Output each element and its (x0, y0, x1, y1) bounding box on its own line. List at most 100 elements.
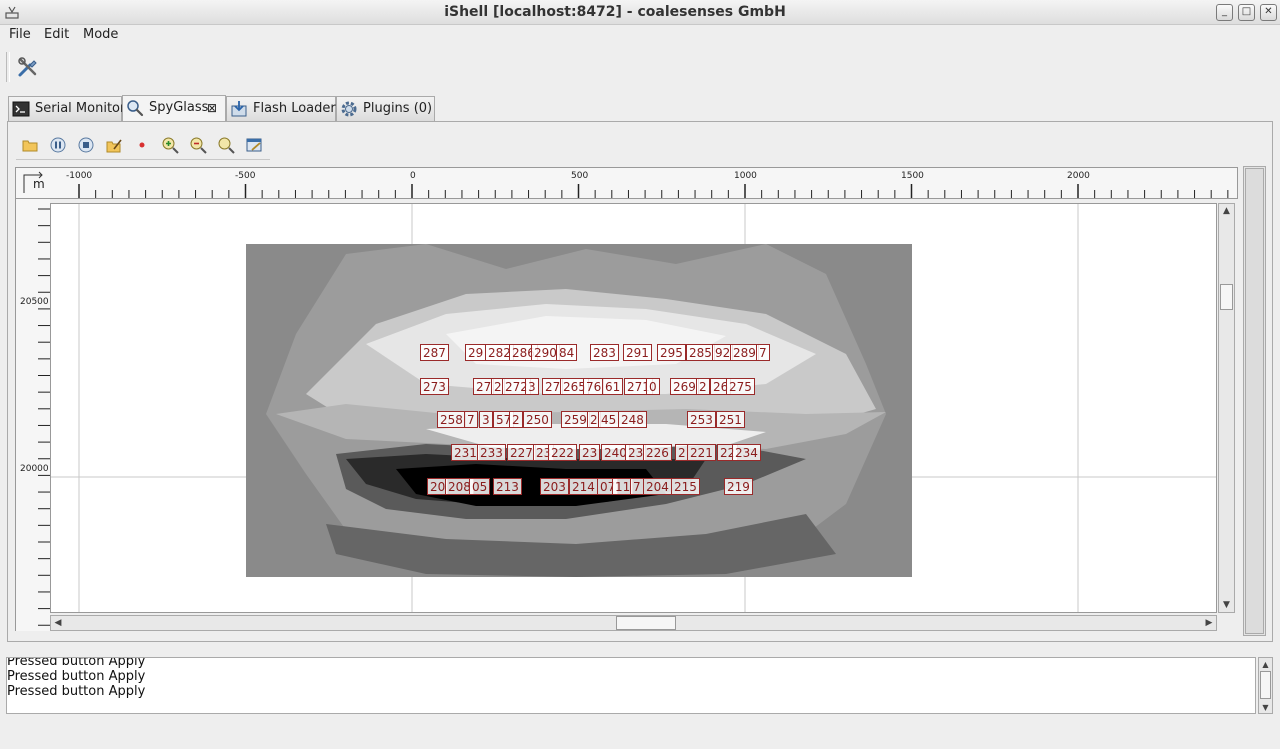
x-label-1500: 1500 (901, 171, 924, 181)
tab-spyglass[interactable]: SpyGlass ⊠ (122, 95, 226, 122)
scroll-down-icon[interactable]: ▼ (1219, 598, 1234, 612)
zoom-reset-button[interactable] (217, 136, 235, 154)
node-label[interactable]: 283 (590, 344, 619, 361)
node-label[interactable]: 05 (469, 478, 491, 495)
settings-button[interactable] (245, 136, 263, 154)
canvas-vertical-scrollbar[interactable]: ▲ ▼ (1218, 203, 1235, 613)
tab-serial-monitor[interactable]: Serial Monitor (8, 96, 125, 121)
node-label[interactable]: 269 (670, 378, 699, 395)
node-label[interactable]: 221 (687, 444, 716, 461)
log-scroll-down-icon[interactable]: ▼ (1259, 701, 1272, 713)
map-canvas[interactable]: 287 29 282 286 290 84 283 291 295 285 92 289 7 273 27 2… (50, 203, 1217, 613)
tools-button[interactable] (16, 55, 40, 79)
node-label[interactable]: 45 (598, 411, 620, 428)
close-window-button[interactable]: ✕ (1260, 4, 1277, 21)
node-label[interactable]: 2 (696, 378, 710, 395)
node-label[interactable]: 231 (451, 444, 480, 461)
panel-vertical-scrollbar[interactable] (1243, 166, 1266, 636)
node-label[interactable]: 7 (630, 478, 644, 495)
maximize-icon: □ (1241, 6, 1252, 17)
log-line: Pressed button Apply (7, 684, 146, 699)
node-label[interactable]: 234 (732, 444, 761, 461)
node-label[interactable]: 227 (507, 444, 536, 461)
node-label[interactable]: 213 (493, 478, 522, 495)
node-label[interactable]: 258 (437, 411, 466, 428)
record-button[interactable] (133, 136, 151, 154)
log-output[interactable]: Pressed button Apply Pressed button Appl… (6, 657, 1256, 714)
maximize-button[interactable]: □ (1238, 4, 1255, 21)
menu-file[interactable]: File (9, 27, 31, 42)
minimize-button[interactable]: _ (1216, 4, 1233, 21)
node-label[interactable]: 248 (618, 411, 647, 428)
node-label[interactable]: 61 (602, 378, 624, 395)
menu-bar (0, 25, 1280, 46)
node-label[interactable]: 259 (561, 411, 590, 428)
node-label[interactable]: 291 (623, 344, 652, 361)
node-label[interactable]: 29 (465, 344, 487, 361)
node-label[interactable]: 253 (687, 411, 716, 428)
node-label[interactable]: 222 (548, 444, 577, 461)
tools-icon (18, 57, 37, 77)
tab-plugins[interactable]: Plugins (0) (336, 96, 435, 121)
ruler-ticks (78, 184, 1229, 198)
menu-mode[interactable]: Mode (83, 27, 118, 42)
node-label[interactable]: 7 (756, 344, 770, 361)
node-label[interactable]: 285 (686, 344, 715, 361)
zoom-out-button[interactable] (189, 136, 207, 154)
settings-icon (246, 138, 262, 152)
node-label[interactable]: 295 (657, 344, 686, 361)
node-label[interactable]: 2 (509, 411, 523, 428)
vruler-ticks (38, 208, 50, 626)
node-label[interactable]: 204 (643, 478, 672, 495)
node-label[interactable]: 250 (523, 411, 552, 428)
node-label[interactable]: 203 (540, 478, 569, 495)
scroll-up-icon[interactable]: ▲ (1219, 204, 1234, 218)
stop-button[interactable] (77, 136, 95, 154)
vertical-ruler: 20500 20000 (15, 199, 50, 631)
open-button[interactable] (21, 136, 39, 154)
node-label[interactable]: 273 (420, 378, 449, 395)
tab-close-icon[interactable]: ⊠ (207, 96, 217, 120)
node-labels-layer: 287 29 282 286 290 84 283 291 295 285 92 289 7 273 27 2… (51, 204, 1216, 612)
tab-flash-loader[interactable]: Flash Loader (226, 96, 336, 121)
vertical-scroll-thumb[interactable] (1220, 284, 1233, 310)
x-label-minus-1000: -1000 (66, 171, 93, 181)
pause-button[interactable] (49, 136, 67, 154)
horizontal-scroll-thumb[interactable] (616, 616, 676, 630)
zoom-out-icon (190, 137, 207, 154)
node-label[interactable]: 287 (420, 344, 449, 361)
log-scrollbar[interactable]: ▲ ▼ (1258, 657, 1273, 714)
node-label[interactable]: 251 (716, 411, 745, 428)
log-scroll-up-icon[interactable]: ▲ (1259, 658, 1272, 670)
scroll-left-icon[interactable]: ◀ (51, 616, 65, 630)
pause-icon (50, 137, 66, 153)
node-label[interactable]: 275 (726, 378, 755, 395)
node-label[interactable]: 3 (525, 378, 539, 395)
edit-folder-button[interactable] (105, 136, 123, 154)
edit-folder-icon (106, 139, 122, 153)
node-label[interactable]: 0 (646, 378, 660, 395)
node-label[interactable]: 84 (556, 344, 578, 361)
menu-edit[interactable]: Edit (44, 27, 69, 42)
scroll-right-icon[interactable]: ▶ (1202, 616, 1216, 630)
x-label-minus-500: -500 (235, 171, 256, 181)
zoom-in-button[interactable] (161, 136, 179, 154)
minimize-icon: _ (1222, 6, 1227, 17)
node-label[interactable]: 215 (671, 478, 700, 495)
node-label[interactable]: 7 (464, 411, 478, 428)
close-icon: ✕ (1264, 6, 1273, 17)
node-label[interactable]: 226 (643, 444, 672, 461)
horizontal-ruler: m -1000 -500 0 500 1000 1500 2000 (15, 167, 1238, 199)
node-label[interactable]: 233 (477, 444, 506, 461)
y-label-20000: 20000 (20, 464, 49, 474)
panel-scroll-thumb[interactable] (1245, 168, 1264, 634)
node-label[interactable]: 214 (569, 478, 598, 495)
record-dot-icon (139, 142, 145, 148)
node-label[interactable]: 3 (479, 411, 493, 428)
node-label[interactable]: 219 (724, 478, 753, 495)
log-scroll-thumb[interactable] (1260, 671, 1271, 699)
x-label-500: 500 (571, 171, 589, 181)
node-label[interactable]: 23 (579, 444, 601, 461)
canvas-horizontal-scrollbar[interactable]: ◀ ▶ (50, 615, 1217, 631)
node-label[interactable]: 289 (730, 344, 759, 361)
